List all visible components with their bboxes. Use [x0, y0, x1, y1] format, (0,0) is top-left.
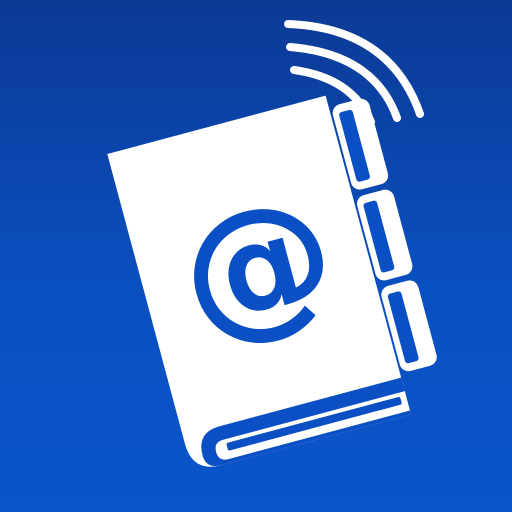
icon-artwork: @ [107, 20, 437, 467]
address-book-icon: @ [107, 95, 437, 467]
app-icon: @ [0, 0, 512, 512]
